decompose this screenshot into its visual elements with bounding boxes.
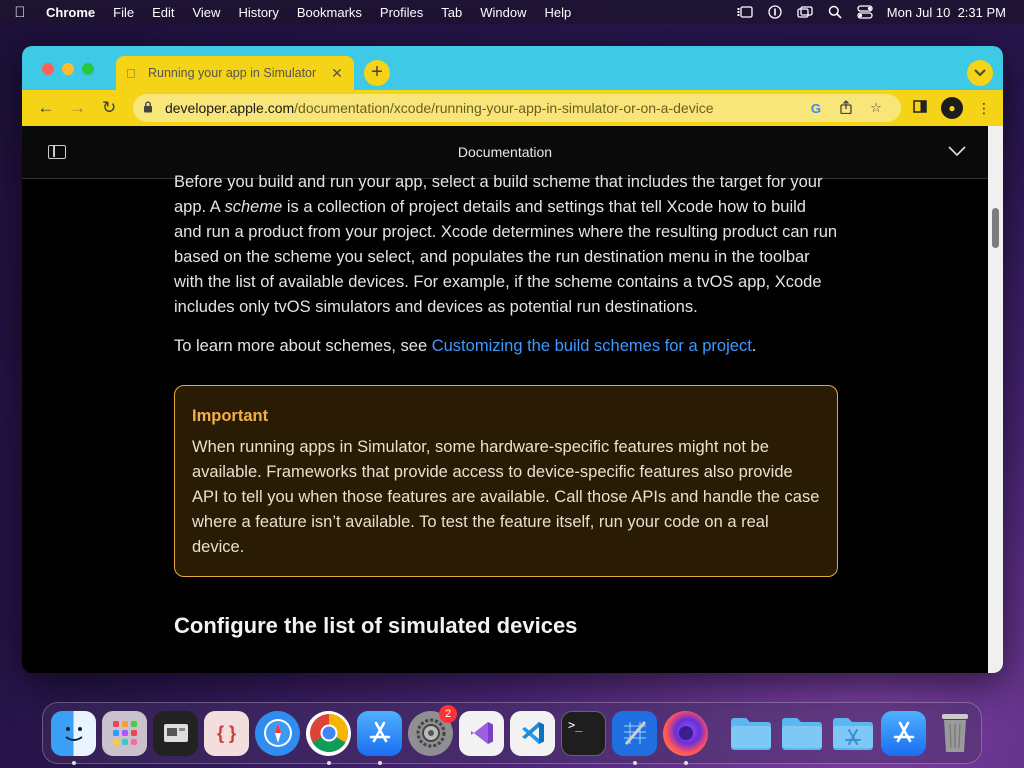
schemes-link-paragraph: To learn more about schemes, see Customi… <box>174 334 838 359</box>
chrome-icon[interactable] <box>306 710 351 765</box>
finder-running-dot <box>72 760 76 765</box>
finder-icon[interactable] <box>51 710 96 765</box>
control-center-icon[interactable] <box>857 5 873 19</box>
url-path: /documentation/xcode/running-your-app-in… <box>294 100 714 116</box>
applications-folder-icon[interactable] <box>830 711 875 756</box>
url-host: developer.apple.com <box>164 100 295 116</box>
apple-menu-icon[interactable]:  <box>0 4 40 21</box>
tab-strip:  Running your app in Simulator ✕ + <box>22 46 1003 90</box>
system-settings-badge: 2 <box>439 704 457 723</box>
page-viewport: Documentation Before you build and run y… <box>22 126 988 673</box>
profile-avatar-icon[interactable]: ● <box>940 97 963 119</box>
window-controls <box>42 63 94 75</box>
share-icon[interactable] <box>831 99 861 117</box>
system-settings-icon[interactable]: 2 <box>408 704 457 756</box>
safari-icon[interactable] <box>255 710 300 756</box>
json-editor-icon[interactable]: { } <box>204 710 249 756</box>
chevron-down-icon[interactable] <box>948 140 966 161</box>
sidebar-toggle-icon[interactable] <box>48 145 66 159</box>
trash-icon[interactable] <box>932 711 977 756</box>
menubar-clock[interactable]: Mon Jul 10 2:31 PM <box>887 5 1006 20</box>
visual-studio-icon[interactable] <box>459 710 504 756</box>
xcode-running-dot <box>633 760 637 765</box>
new-tab-button[interactable]: + <box>364 60 390 86</box>
page-scrollbar[interactable] <box>988 126 1003 673</box>
side-panel-icon[interactable] <box>909 100 931 116</box>
bookmark-star-icon[interactable]: ☆ <box>861 100 891 116</box>
tab-title: Running your app in Simulator <box>148 66 317 80</box>
menu-window[interactable]: Window <box>471 5 535 20</box>
minimize-window-button[interactable] <box>62 63 74 75</box>
folder-icon[interactable] <box>728 711 773 756</box>
macos-menu-bar:  Chrome File Edit View History Bookmark… <box>0 0 1024 24</box>
customizing-build-schemes-link[interactable]: Customizing the build schemes for a proj… <box>432 337 752 355</box>
forward-arrow-icon[interactable]: → <box>62 98 94 118</box>
xcode-icon[interactable] <box>612 710 657 765</box>
para2-text: To learn more about schemes, see <box>174 337 432 355</box>
chrome-window:  Running your app in Simulator ✕ + ← → … <box>22 46 1003 673</box>
menu-app-name[interactable]: Chrome <box>40 5 104 20</box>
important-text: When running apps in Simulator, some har… <box>192 438 820 556</box>
firefox-running-dot <box>684 760 688 765</box>
reload-icon[interactable]: ↻ <box>93 98 125 118</box>
app-store-running-dot <box>378 760 382 765</box>
scrollbar-thumb[interactable] <box>992 208 999 248</box>
app-store-icon[interactable] <box>357 710 402 765</box>
address-bar[interactable]: developer.apple.com/documentation/xcode/… <box>132 94 901 122</box>
tab-search-chevron-icon[interactable] <box>967 60 993 86</box>
accessibility-icon[interactable] <box>767 5 783 19</box>
screenshot-utility-icon[interactable] <box>153 710 198 756</box>
back-arrow-icon[interactable]: ← <box>30 98 62 118</box>
site-info-lock-icon[interactable] <box>143 100 159 116</box>
menu-file[interactable]: File <box>104 5 143 20</box>
para2-end: . <box>751 337 757 355</box>
firefox-icon[interactable] <box>663 710 708 765</box>
documentation-title[interactable]: Documentation <box>22 144 988 160</box>
browser-toolbar: ← → ↻ developer.apple.com/documentation/… <box>22 90 1003 126</box>
spotlight-search-icon[interactable] <box>827 5 843 19</box>
stage-manager-icon[interactable] <box>737 5 753 19</box>
important-title: Important <box>192 407 269 425</box>
macos-dock: { } 2 >_ <box>42 702 982 765</box>
menu-view[interactable]: View <box>183 5 229 20</box>
article-body: Before you build and run your app, selec… <box>174 170 838 638</box>
downloads-folder-icon[interactable] <box>779 711 824 756</box>
vscode-icon[interactable] <box>510 710 555 756</box>
zoom-window-button[interactable] <box>82 63 94 75</box>
close-window-button[interactable] <box>42 63 54 75</box>
active-tab[interactable]:  Running your app in Simulator ✕ <box>116 56 354 90</box>
menu-bookmarks[interactable]: Bookmarks <box>288 5 371 20</box>
scheme-term: scheme <box>224 198 283 216</box>
screen-mirroring-icon[interactable] <box>797 5 813 19</box>
app-store-download-icon[interactable] <box>881 710 926 756</box>
chrome-running-dot <box>327 760 331 765</box>
more-menu-icon[interactable]: ⋮ <box>973 100 995 117</box>
url-text[interactable]: developer.apple.com/documentation/xcode/… <box>165 100 801 116</box>
menu-history[interactable]: History <box>229 5 287 20</box>
menu-help[interactable]: Help <box>536 5 581 20</box>
important-callout: Important When running apps in Simulator… <box>174 385 838 577</box>
google-lens-icon[interactable]: G <box>801 101 831 116</box>
menu-tab[interactable]: Tab <box>432 5 471 20</box>
menu-profiles[interactable]: Profiles <box>371 5 432 20</box>
close-tab-icon[interactable]: ✕ <box>330 65 344 82</box>
apple-favicon-icon:  <box>126 66 140 81</box>
scheme-paragraph: Before you build and run your app, selec… <box>174 170 838 320</box>
launchpad-icon[interactable] <box>102 710 147 756</box>
terminal-icon[interactable]: >_ <box>561 710 606 756</box>
section-heading: Configure the list of simulated devices <box>174 613 578 638</box>
menu-edit[interactable]: Edit <box>143 5 183 20</box>
